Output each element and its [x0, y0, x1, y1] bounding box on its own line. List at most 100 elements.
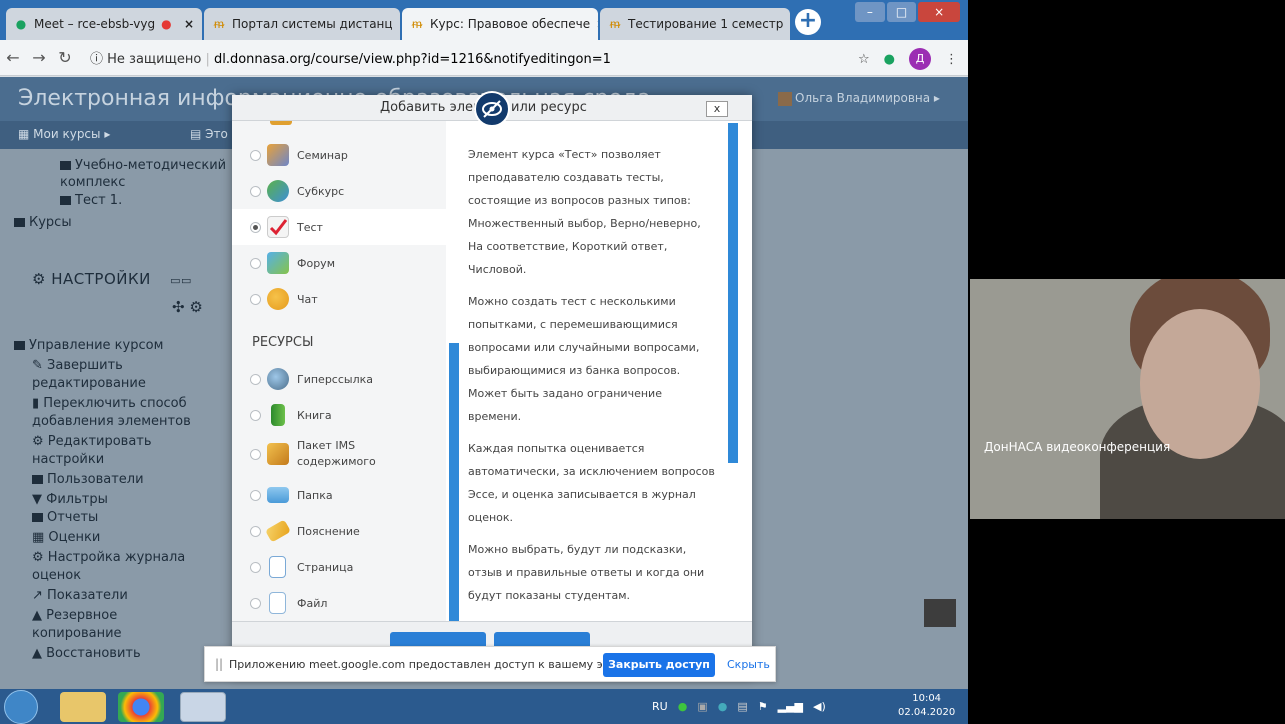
dialog-close-button[interactable]: x — [706, 101, 728, 117]
file-explorer-icon[interactable] — [60, 692, 106, 722]
sidebar-item-filters[interactable]: ▼ Фильтры — [32, 491, 108, 508]
sidebar-item-grades[interactable]: ▦ Оценки — [32, 529, 100, 546]
tab-portal[interactable]: ᵯ Портал системы дистанц × — [204, 8, 400, 40]
close-tab-icon[interactable]: × — [590, 17, 598, 31]
start-button[interactable] — [4, 690, 38, 724]
stop-sharing-button[interactable]: Закрыть доступ — [603, 653, 715, 677]
nav-my-courses[interactable]: ▦ Мои курсы ▸ — [18, 127, 110, 141]
sidebar-item-finish-editing[interactable]: ✎ Завершить — [32, 357, 123, 374]
dock-icon[interactable]: ▭▭ — [170, 274, 192, 287]
folder-icon — [267, 487, 289, 503]
description-scrollbar-thumb[interactable] — [728, 123, 738, 463]
sidebar-item-backup[interactable]: ▲ Резервное — [32, 607, 117, 624]
checkmark-icon — [267, 216, 289, 238]
radio-button[interactable] — [250, 373, 261, 385]
tab-testing[interactable]: ᵯ Тестирование 1 семестр × — [600, 8, 790, 40]
chrome-icon[interactable] — [118, 692, 164, 722]
portal-icon: ᵯ — [412, 17, 422, 31]
security-indicator[interactable]: ⓘ Не защищено — [90, 52, 201, 67]
tray-app-icon[interactable]: ▤ — [737, 700, 747, 713]
page-icon — [269, 556, 286, 578]
option-seminar[interactable]: Семинар — [232, 137, 446, 173]
option-chat[interactable]: Чат — [232, 281, 446, 317]
radio-button-selected[interactable] — [250, 221, 261, 233]
participant-video-tile[interactable] — [970, 279, 1285, 519]
new-tab-button[interactable]: + — [795, 9, 821, 35]
maximize-button[interactable]: □ — [886, 2, 917, 22]
option-quiz[interactable]: Тест — [232, 209, 446, 245]
nav-this-course[interactable]: ▤ Это — [190, 127, 228, 141]
tray-app-icon[interactable]: ▣ — [697, 700, 707, 713]
close-window-button[interactable]: × — [918, 2, 960, 22]
seminar-icon — [267, 144, 289, 166]
word-icon[interactable] — [180, 692, 226, 722]
reload-icon[interactable]: ↻ — [52, 48, 78, 67]
list-scrollbar[interactable] — [446, 121, 460, 621]
radio-button[interactable] — [250, 561, 261, 573]
option-ims[interactable]: Пакет IMS содержимого — [232, 433, 446, 475]
bookmark-star-icon[interactable]: ☆ — [858, 52, 870, 67]
sidebar: Учебно-методический комплекс Тест 1. Кур… — [14, 149, 236, 689]
back-icon[interactable]: ← — [0, 48, 26, 67]
sidebar-item-reports[interactable]: Отчеты — [32, 509, 98, 526]
sidebar-item-courses[interactable]: Курсы — [14, 214, 72, 231]
clock[interactable]: 10:04 02.04.2020 — [898, 692, 955, 720]
url-field[interactable]: ⓘ Не защищено | dl.donnasa.org/course/vi… — [90, 48, 611, 67]
sidebar-item-umk[interactable]: Учебно-методический — [60, 157, 226, 174]
book-icon — [271, 404, 285, 426]
document-icon: ▮ — [32, 396, 44, 411]
profile-avatar[interactable]: Д — [909, 48, 931, 70]
close-tab-icon[interactable]: × — [178, 17, 194, 31]
extension-icon[interactable]: ● — [884, 52, 895, 67]
option-subcourse[interactable]: Субкурс — [232, 173, 446, 209]
option-page[interactable]: Страница — [232, 549, 446, 585]
radio-button[interactable] — [250, 293, 261, 305]
radio-button[interactable] — [250, 149, 261, 161]
option-file[interactable]: Файл — [232, 585, 446, 621]
description-scrollbar[interactable] — [726, 123, 740, 621]
tab-title: Тестирование 1 семестр — [628, 17, 784, 31]
hide-link[interactable]: Скрыть — [727, 658, 770, 671]
sidebar-item-users[interactable]: Пользователи — [32, 471, 144, 488]
sidebar-item-restore[interactable]: ▲ Восстановить — [32, 645, 141, 662]
option-book[interactable]: Книга — [232, 397, 446, 433]
close-tab-icon[interactable]: × — [783, 17, 790, 31]
tray-app-icon[interactable]: ● — [678, 700, 688, 713]
sidebar-item-switch-mode[interactable]: ▮ Переключить способ — [32, 395, 187, 412]
forward-icon[interactable]: → — [26, 48, 52, 67]
radio-button[interactable] — [250, 257, 261, 269]
user-menu[interactable]: Ольга Владимировна ▸ — [778, 91, 940, 106]
radio-button[interactable] — [250, 448, 261, 460]
sidebar-item-backup-cont: копирование — [32, 626, 122, 641]
sidebar-item-gradebook-setup[interactable]: ⚙ Настройка журнала — [32, 549, 185, 566]
radio-button[interactable] — [250, 489, 261, 501]
tray-app-icon[interactable]: ● — [718, 700, 728, 713]
sidebar-item-edit-settings[interactable]: ⚙ Редактировать — [32, 433, 152, 450]
tab-meet[interactable]: ● Meet – rce-ebsb-vyg ● × — [6, 8, 202, 40]
option-folder[interactable]: Папка — [232, 477, 446, 513]
radio-button[interactable] — [250, 185, 261, 197]
option-forum[interactable]: Форум — [232, 245, 446, 281]
network-icon[interactable]: ▂▄▆ — [778, 700, 803, 713]
url-text[interactable]: dl.donnasa.org/course/view.php?id=1216&n… — [214, 52, 611, 67]
radio-button[interactable] — [250, 597, 261, 609]
language-indicator[interactable]: RU — [652, 700, 668, 713]
close-tab-icon[interactable]: × — [393, 17, 400, 31]
list-scrollbar-thumb[interactable] — [449, 343, 459, 621]
tab-course[interactable]: ᵯ Курс: Правовое обеспече × — [402, 8, 598, 40]
radio-button[interactable] — [250, 525, 261, 537]
radio-button[interactable] — [250, 409, 261, 421]
option-label[interactable]: Пояснение — [232, 513, 446, 549]
flag-icon[interactable]: ⚑ — [758, 700, 768, 713]
gears-icon: ⚙ — [32, 270, 52, 288]
settings-block-header: ⚙ НАСТРОЙКИ ▭▭ — [32, 271, 192, 289]
menu-icon[interactable]: ⋮ — [945, 52, 958, 67]
sidebar-item-outcomes[interactable]: ↗ Показатели — [32, 587, 128, 604]
option-url[interactable]: Гиперссылка — [232, 361, 446, 397]
minimize-button[interactable]: – — [855, 2, 885, 22]
sidebar-item-test1[interactable]: Тест 1. — [60, 192, 122, 209]
sidebar-manage-course[interactable]: Управление курсом — [14, 337, 163, 354]
volume-icon[interactable]: ◀) — [813, 700, 826, 713]
move-block-icon[interactable]: ✣ ⚙ — [172, 299, 203, 316]
forum-icon — [267, 252, 289, 274]
